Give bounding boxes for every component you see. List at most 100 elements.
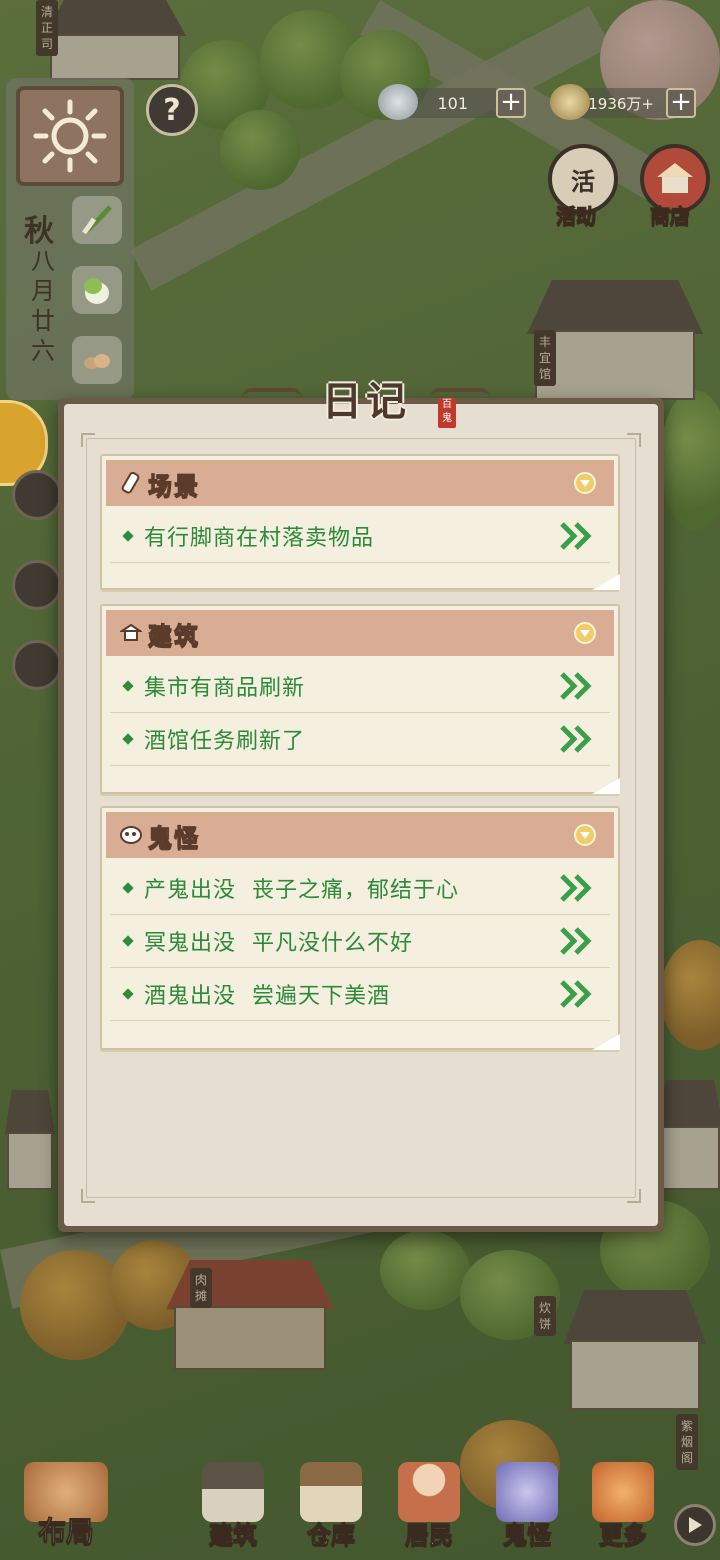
diary-entry[interactable]: 集市有商品刷新 [110, 660, 610, 713]
entry-text: 集市有商品刷新 [144, 676, 306, 701]
nav-label: 居民 [405, 1520, 454, 1550]
crop-slot-scallion[interactable] [72, 196, 122, 244]
nav-layout[interactable]: 布局 [6, 1440, 126, 1560]
bullet-icon [122, 935, 134, 947]
more-icon [592, 1462, 654, 1522]
bullet-icon [122, 733, 134, 745]
section-title: 场景 [148, 470, 200, 500]
expand-button[interactable] [674, 1504, 716, 1546]
sun-icon [33, 99, 107, 173]
collapse-button[interactable] [574, 824, 596, 846]
season-label: 秋 [24, 214, 54, 249]
diary-entry[interactable]: 冥鬼出没 平凡没什么不好 [110, 915, 610, 968]
collapse-button[interactable] [574, 472, 596, 494]
double-arrow-icon[interactable] [560, 927, 596, 955]
diary-section-ghosts: 鬼怪 产鬼出没 丧子之痛，郁结于心 冥鬼出没 平凡没什么不好 酒鬼出没 尝遍天下… [100, 806, 620, 1050]
add-copper-button[interactable]: + [666, 88, 696, 118]
nav-label: 仓库 [307, 1520, 356, 1550]
double-arrow-icon[interactable] [560, 672, 596, 700]
bullet-icon [122, 882, 134, 894]
build-icon [202, 1462, 264, 1522]
shop-icon [657, 163, 693, 193]
diary-section-building: 建筑 集市有商品刷新 酒馆任务刷新了 [100, 604, 620, 794]
section-header[interactable]: 鬼怪 [106, 812, 614, 858]
ginger-icon [84, 354, 110, 369]
weather-button[interactable] [16, 86, 124, 186]
date-char: 六 [31, 337, 55, 365]
double-arrow-icon[interactable] [560, 522, 596, 550]
date-char: 廿 [31, 307, 55, 335]
diary-title: 日记 [322, 378, 410, 425]
double-arrow-icon[interactable] [560, 725, 596, 753]
diary-entry[interactable]: 酒鬼出没 尝遍天下美酒 [110, 968, 610, 1021]
diary-section-scene: 场景 有行脚商在村落卖物品 [100, 454, 620, 590]
nav-label: 更多 [599, 1520, 648, 1550]
double-arrow-icon[interactable] [560, 874, 596, 902]
frame-corner [627, 1189, 641, 1203]
section-title: 鬼怪 [148, 822, 200, 852]
season-panel: 秋 八 月 廿 六 [6, 78, 134, 400]
section-header[interactable]: 场景 [106, 460, 614, 506]
double-arrow-icon[interactable] [560, 980, 596, 1008]
copper-coin-icon [550, 84, 590, 120]
entry-text: 有行脚商在村落卖物品 [144, 526, 375, 551]
nav-storage[interactable]: 仓库 [286, 1440, 376, 1560]
bullet-icon [122, 680, 134, 692]
section-header[interactable]: 建筑 [106, 610, 614, 656]
diary-title-banner: 日记 [236, 366, 496, 430]
frame-corner [627, 433, 641, 447]
title-swirl-left [242, 388, 302, 408]
nav-more[interactable]: 更多 [578, 1440, 668, 1560]
section-title: 建筑 [148, 620, 200, 650]
chevron-down-icon [580, 831, 590, 839]
nav-label: 建筑 [209, 1520, 258, 1550]
date-char: 八 [31, 247, 55, 275]
activity-icon: 活 [571, 167, 595, 196]
add-silver-button[interactable]: + [496, 88, 526, 118]
question-icon: ? [163, 92, 181, 128]
page-fold [592, 1034, 620, 1050]
ghost-icon [118, 822, 144, 848]
shop-label: 商店 [650, 204, 691, 229]
nav-residents[interactable]: 居民 [384, 1440, 474, 1560]
nav-ghosts[interactable]: 鬼怪 [482, 1440, 572, 1560]
building-icon [118, 620, 144, 646]
side-menu-button[interactable] [12, 470, 62, 520]
bottom-nav: 布局 建筑 仓库 居民 鬼怪 更多 [0, 1430, 720, 1560]
crop-slot-ginger[interactable] [72, 336, 122, 384]
scroll-icon [118, 470, 144, 496]
collapse-button[interactable] [574, 622, 596, 644]
page-fold [592, 574, 620, 590]
nav-label: 鬼怪 [503, 1520, 552, 1550]
date-char: 月 [31, 277, 55, 305]
scallion-icon [81, 205, 112, 235]
diary-entry[interactable]: 有行脚商在村落卖物品 [110, 510, 610, 563]
page-fold [592, 778, 620, 794]
bullet-icon [122, 988, 134, 1000]
frame-corner [81, 433, 95, 447]
entry-text: 产鬼出没 丧子之痛，郁结于心 [144, 878, 459, 903]
bullet-icon [122, 530, 134, 542]
book-button[interactable] [12, 560, 62, 610]
entry-text: 酒鬼出没 尝遍天下美酒 [144, 984, 390, 1009]
bag-button[interactable] [12, 640, 62, 690]
crop-slot-cabbage[interactable] [72, 266, 122, 314]
ghost-nav-icon [496, 1462, 558, 1522]
entry-text: 酒馆任务刷新了 [144, 729, 306, 754]
silver-ingot-icon [378, 84, 418, 120]
seal-stamp: 百鬼 [438, 398, 456, 428]
storage-icon [300, 1462, 362, 1522]
play-icon [689, 1517, 702, 1533]
diary-entry[interactable]: 产鬼出没 丧子之痛，郁结于心 [110, 862, 610, 915]
chevron-down-icon [580, 479, 590, 487]
help-button[interactable]: ? [146, 84, 198, 136]
cabbage-icon [84, 278, 109, 304]
frame-corner [81, 1189, 95, 1203]
chevron-down-icon [580, 629, 590, 637]
entry-text: 冥鬼出没 平凡没什么不好 [144, 931, 413, 956]
date-label: 八 月 廿 六 [28, 246, 58, 366]
nav-build[interactable]: 建筑 [188, 1440, 278, 1560]
resident-icon [398, 1462, 460, 1522]
diary-entry[interactable]: 酒馆任务刷新了 [110, 713, 610, 766]
activity-label: 活动 [556, 204, 597, 229]
